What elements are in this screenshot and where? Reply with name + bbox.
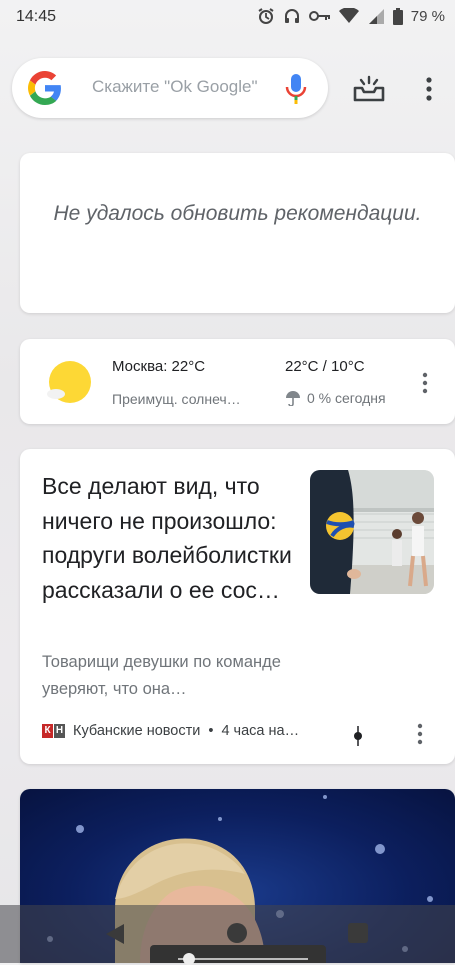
mic-icon[interactable] xyxy=(285,73,307,105)
news-card[interactable]: Все делают вид, что ничего не произошло:… xyxy=(20,449,455,764)
news-summary: Товарищи девушки по команде уверяют, что… xyxy=(42,653,281,698)
weather-condition: Преимущ. солнеч… xyxy=(112,391,241,407)
precipitation-text: 0 % сегодня xyxy=(307,390,386,406)
weather-city-temp: Москва: 22°C xyxy=(112,358,206,375)
slider-knob[interactable] xyxy=(183,953,195,965)
news-source-row[interactable]: К Н Кубанские новости • 4 часа на… xyxy=(42,723,299,739)
weather-card[interactable]: Москва: 22°C Преимущ. солнеч… 22°C / 10°… xyxy=(20,339,455,424)
slider-track xyxy=(178,958,308,960)
google-logo-icon xyxy=(28,71,61,105)
volleyball-photo xyxy=(310,470,434,594)
source-logo: К Н xyxy=(42,724,65,738)
signal-icon xyxy=(368,9,384,24)
status-time: 14:45 xyxy=(16,8,57,25)
back-icon[interactable] xyxy=(104,923,126,945)
vpn-key-icon xyxy=(308,11,330,21)
umbrella-icon xyxy=(286,391,300,406)
sun-icon xyxy=(47,361,91,403)
pin-icon[interactable] xyxy=(350,724,366,748)
status-bar: 14:45 79 % xyxy=(0,0,455,34)
home-icon[interactable] xyxy=(227,923,247,943)
more-vert-icon[interactable] xyxy=(425,76,433,102)
recommendations-error-card: Не удалось обновить рекомендации. xyxy=(20,153,455,313)
error-message: Не удалось обновить рекомендации. xyxy=(53,202,422,225)
updates-tray-icon[interactable] xyxy=(352,74,386,104)
weather-precipitation: 0 % сегодня xyxy=(285,390,386,406)
search-bar[interactable]: Скажите "Ok Google" xyxy=(12,58,328,118)
news-source: Кубанские новости xyxy=(73,723,201,739)
news-title[interactable]: Все делают вид, что ничего не произошло:… xyxy=(42,469,307,607)
status-icons: 79 % xyxy=(257,7,445,25)
battery-icon xyxy=(392,7,403,25)
source-logo-letter-k: К xyxy=(42,724,53,738)
alarm-icon xyxy=(258,8,274,24)
battery-percent: 79 % xyxy=(410,7,445,25)
source-logo-letter-n: Н xyxy=(54,724,65,738)
wifi-icon xyxy=(338,8,359,23)
weather-high-low: 22°C / 10°C xyxy=(285,358,365,375)
headphones-icon xyxy=(284,9,299,23)
bottom-slider[interactable] xyxy=(150,945,326,965)
search-placeholder[interactable]: Скажите "Ok Google" xyxy=(92,77,258,97)
weather-more-icon[interactable] xyxy=(421,372,429,394)
news-separator: • xyxy=(208,723,214,739)
news-time: 4 часа на… xyxy=(221,723,300,739)
recents-icon[interactable] xyxy=(348,923,368,943)
news-thumbnail[interactable] xyxy=(310,470,434,594)
news-more-icon[interactable] xyxy=(416,723,424,745)
